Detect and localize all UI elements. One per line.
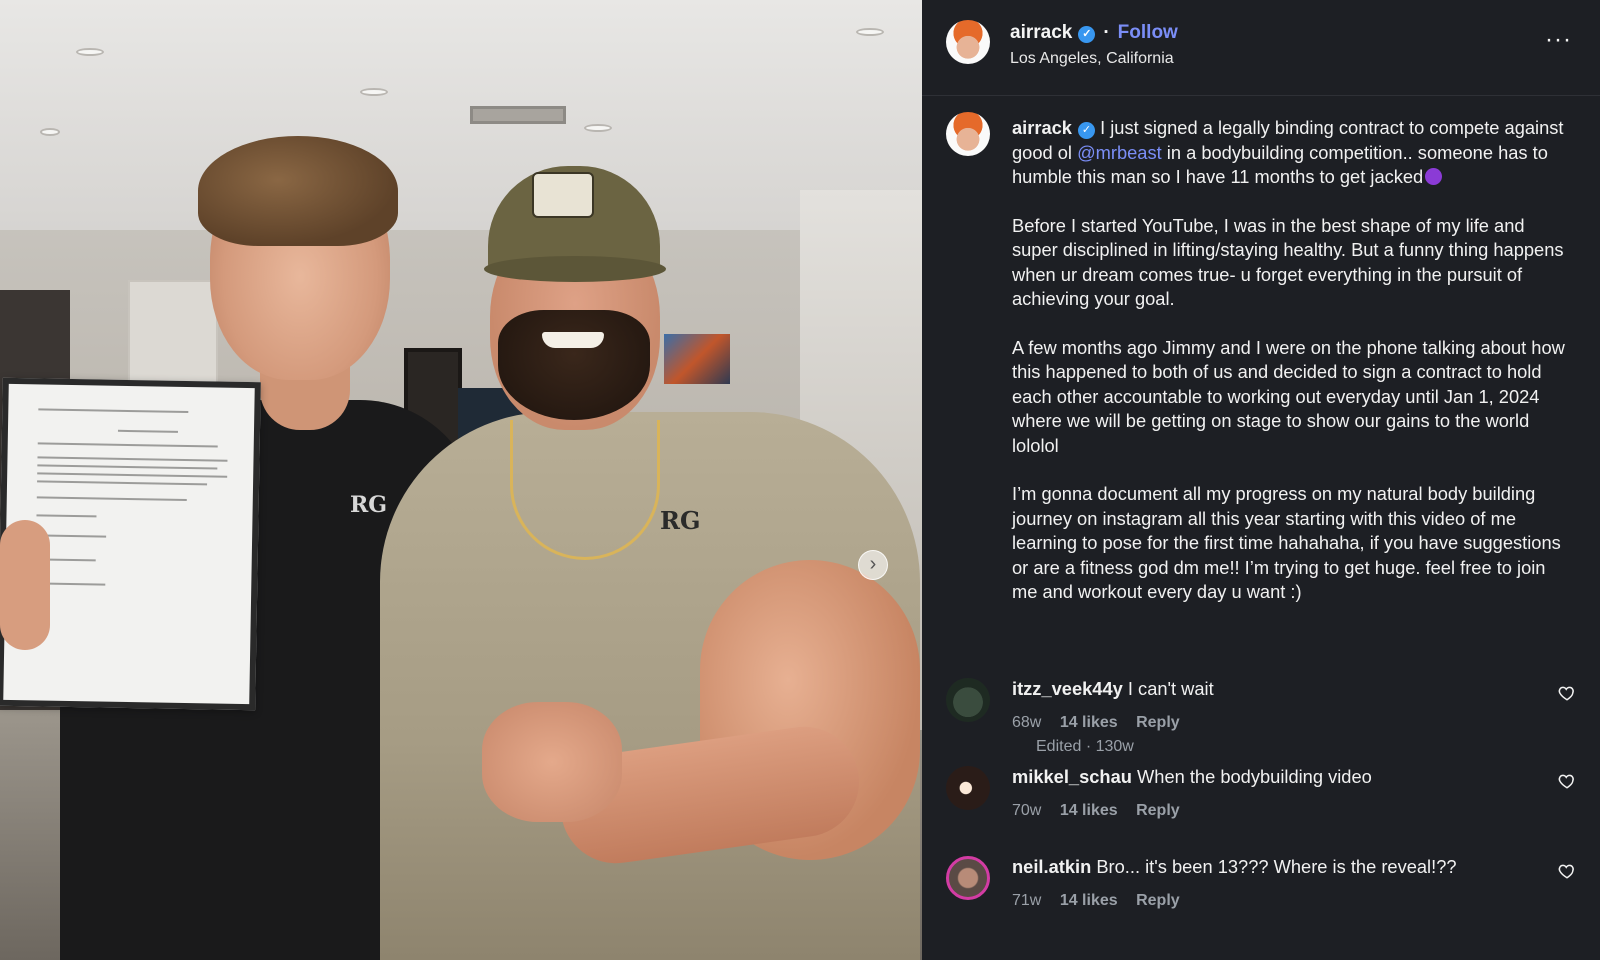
location-link[interactable]: Los Angeles, California	[1010, 50, 1174, 68]
comment-item: neil.atkin Bro... it's been 13??? Where …	[946, 856, 1576, 926]
ceiling-light	[360, 88, 388, 96]
avatar[interactable]	[946, 20, 990, 64]
caption-paragraph: Before I started YouTube, I was in the b…	[1012, 214, 1564, 310]
person-right-fist	[482, 702, 622, 822]
comment-text: mikkel_schau When the bodybuilding video	[1012, 766, 1372, 788]
comment-meta: 71w 14 likes Reply	[1012, 892, 1194, 910]
hand-holding-paper	[0, 520, 50, 650]
ceiling-light	[584, 124, 612, 132]
comment-age: 70w	[1012, 802, 1042, 819]
comment-username[interactable]: mikkel_schau	[1012, 766, 1132, 787]
paper-text-line	[117, 429, 178, 433]
comment-meta: 68w 14 likes Reply	[1012, 714, 1194, 732]
verified-badge-icon: ✓	[1078, 26, 1096, 43]
ceiling-light	[40, 128, 60, 136]
ceiling-light	[856, 28, 884, 36]
photo-wall-art	[664, 334, 730, 384]
reply-button[interactable]: Reply	[1136, 714, 1180, 731]
paper-text-line	[38, 408, 189, 414]
post-header: airrack ✓ · Follow Los Angeles, California …	[922, 0, 1600, 96]
paper-text-line	[36, 514, 97, 518]
header-user-row: airrack ✓ · Follow	[1010, 22, 1178, 44]
comment-body: I can't wait	[1127, 678, 1214, 699]
post-view: RG RG › airrack ✓ · Follow Los Angeles, …	[0, 0, 1600, 960]
comment-username[interactable]: itzz_veek44y	[1012, 678, 1123, 699]
comment-meta: 70w 14 likes Reply	[1012, 802, 1194, 820]
post-photo: RG RG ›	[0, 0, 922, 960]
comment-text: itzz_veek44y I can't wait	[1012, 678, 1214, 700]
comment-likes[interactable]: 14 likes	[1060, 802, 1118, 819]
caption-paragraph: I’m gonna document all my progress on my…	[1012, 483, 1561, 602]
paper-text-line	[37, 442, 218, 448]
comment-likes[interactable]: 14 likes	[1060, 714, 1118, 731]
person-right-smile	[542, 332, 604, 348]
caption-paragraph: A few months ago Jimmy and I were on the…	[1012, 336, 1565, 456]
avatar[interactable]	[946, 766, 990, 810]
paper-text-line	[37, 456, 228, 462]
comment-item: mikkel_schau When the bodybuilding video…	[946, 766, 1576, 836]
separator-dot: ·	[1103, 22, 1110, 43]
comment-age: 68w	[1012, 714, 1042, 731]
comment-likes[interactable]: 14 likes	[1060, 892, 1118, 909]
post-sidebar: airrack ✓ · Follow Los Angeles, California …	[922, 0, 1600, 960]
shirt-logo: RG	[660, 506, 701, 535]
comment-age: 71w	[1012, 892, 1042, 909]
cap-bill	[484, 256, 666, 282]
paper-text-line	[37, 464, 218, 470]
chevron-right-icon[interactable]: ›	[858, 550, 888, 580]
paper-text-line	[37, 472, 228, 478]
verified-badge-icon: ✓	[1077, 122, 1095, 139]
comment-body: When the bodybuilding video	[1137, 766, 1372, 787]
person-left-hair	[198, 136, 398, 246]
comment-username[interactable]: neil.atkin	[1012, 856, 1091, 877]
avatar[interactable]	[946, 678, 990, 722]
reply-button[interactable]: Reply	[1136, 892, 1180, 909]
ceiling-light	[76, 48, 104, 56]
avatar[interactable]	[946, 112, 990, 156]
reply-button[interactable]: Reply	[1136, 802, 1180, 819]
ceiling-vent	[470, 106, 566, 124]
person-right-beard	[498, 310, 650, 420]
avatar[interactable]	[946, 856, 990, 900]
heart-icon[interactable]	[1558, 772, 1576, 790]
comment-item: itzz_veek44y I can't wait 68w 14 likes R…	[946, 678, 1576, 748]
heart-icon[interactable]	[1558, 684, 1576, 702]
heart-icon[interactable]	[1558, 862, 1576, 880]
caption-text: airrack ✓ I just signed a legally binding…	[1012, 116, 1572, 605]
follow-button[interactable]: Follow	[1118, 22, 1178, 43]
photo-ceiling	[0, 0, 922, 230]
header-username[interactable]: airrack	[1010, 22, 1072, 43]
comment-body: Bro... it's been 13??? Where is the reve…	[1096, 856, 1457, 877]
caption-username[interactable]: airrack	[1012, 117, 1072, 138]
mention-link[interactable]: @mrbeast	[1077, 142, 1162, 163]
shirt-logo: RG	[350, 492, 388, 518]
devil-emoji-icon	[1425, 168, 1443, 185]
more-options-icon[interactable]: ···	[1545, 26, 1572, 54]
paper-text-line	[37, 480, 208, 486]
cap-lion-patch	[532, 172, 594, 218]
comment-text: neil.atkin Bro... it's been 13??? Where …	[1012, 856, 1457, 878]
paper-text-line	[36, 496, 187, 502]
